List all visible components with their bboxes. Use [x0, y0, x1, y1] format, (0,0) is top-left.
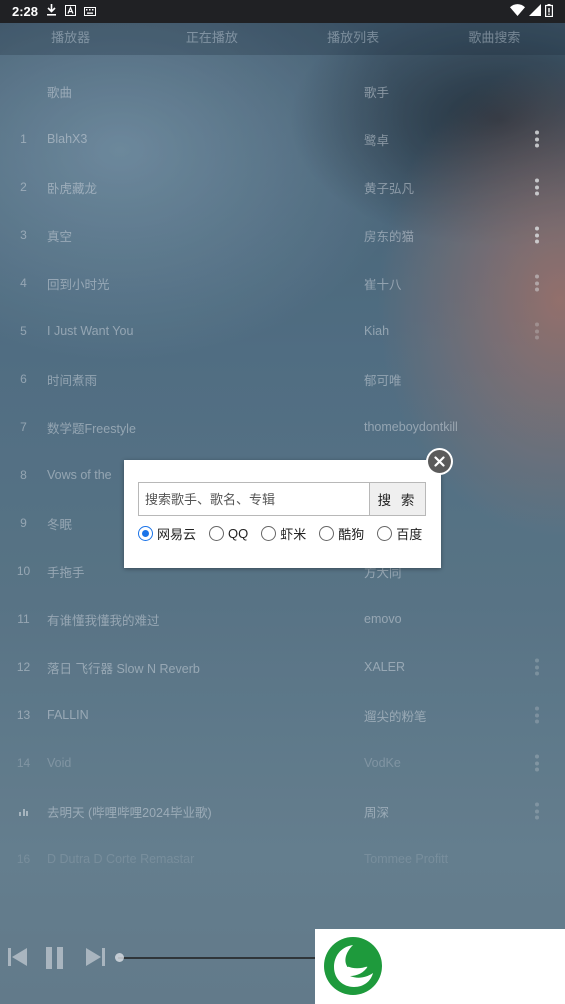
- progress-bar[interactable]: [118, 957, 328, 959]
- status-bar: 2:28: [0, 0, 565, 23]
- pause-icon[interactable]: [46, 947, 64, 974]
- radio-kugou[interactable]: 酷狗: [319, 524, 364, 543]
- keyboard-icon: [84, 4, 97, 19]
- radio-circle-icon: [209, 526, 225, 541]
- radio-circle-icon: [261, 526, 277, 541]
- search-button[interactable]: 搜 索: [369, 482, 426, 516]
- search-row: 搜 索: [138, 482, 426, 516]
- battery-icon: [545, 3, 554, 20]
- radio-label: 虾米: [280, 527, 307, 542]
- radio-baidu[interactable]: 百度: [377, 524, 422, 543]
- close-dialog-button[interactable]: [426, 448, 453, 475]
- radio-circle-icon: [377, 526, 393, 541]
- radio-qq[interactable]: QQ: [209, 524, 248, 543]
- radio-xiami[interactable]: 虾米: [261, 524, 306, 543]
- source-radio-group: 网易云 QQ 虾米 酷狗 百度: [138, 524, 435, 543]
- close-icon: [428, 450, 451, 473]
- status-time: 2:28: [12, 4, 39, 19]
- progress-handle[interactable]: [115, 953, 124, 962]
- download-icon: [46, 4, 57, 19]
- radio-circle-icon: [138, 526, 153, 541]
- radio-label: 网易云: [157, 527, 197, 542]
- radio-netease[interactable]: 网易云: [138, 524, 196, 543]
- search-input[interactable]: [138, 482, 369, 516]
- radio-label: QQ: [228, 526, 249, 541]
- logo-watermark: [315, 929, 565, 1004]
- wifi-icon: [510, 4, 525, 19]
- leaf-logo-icon: [323, 936, 383, 1001]
- previous-track-icon[interactable]: [8, 948, 28, 971]
- signal-icon: [529, 4, 541, 19]
- radio-circle-icon: [319, 526, 335, 541]
- next-track-icon[interactable]: [85, 948, 105, 971]
- font-app-icon: [65, 4, 77, 19]
- search-dialog: 搜 索 网易云 QQ 虾米 酷狗 百度: [124, 460, 441, 568]
- radio-label: 百度: [396, 527, 423, 542]
- radio-label: 酷狗: [338, 527, 365, 542]
